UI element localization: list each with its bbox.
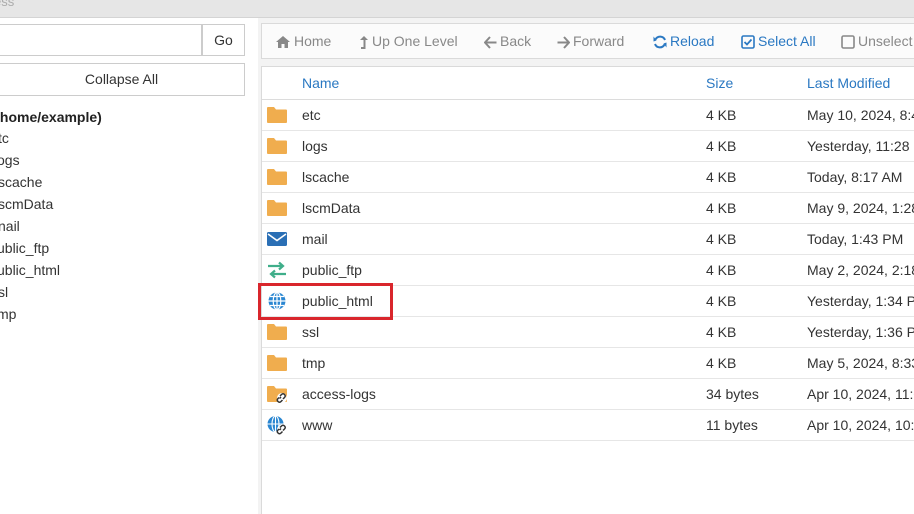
ftp-arrows-icon [266, 260, 288, 280]
left-panel: Go Collapse All /home/example) tc ogs sc… [0, 18, 258, 514]
file-size: 4 KB [706, 200, 737, 216]
file-last-modified: May 10, 2024, 8:4 [807, 107, 914, 123]
folder-icon [266, 136, 288, 156]
home-button[interactable]: Home [275, 24, 331, 58]
table-row[interactable]: access-logs 34 bytes Apr 10, 2024, 11:0 [262, 379, 914, 410]
up-one-level-label: Up One Level [372, 33, 458, 49]
file-name[interactable]: public_ftp [302, 255, 362, 285]
tree-item[interactable]: mp [0, 304, 16, 324]
table-row[interactable]: etc 4 KB May 10, 2024, 8:4 [262, 100, 914, 131]
table-row[interactable]: public_ftp 4 KB May 2, 2024, 2:18 [262, 255, 914, 286]
file-name[interactable]: mail [302, 224, 328, 254]
level-up-icon [360, 35, 368, 49]
reload-button[interactable]: Reload [653, 24, 714, 58]
file-last-modified: May 2, 2024, 2:18 [807, 262, 914, 278]
folder-link-icon [266, 384, 288, 404]
up-one-level-button[interactable]: Up One Level [359, 24, 458, 58]
table-row[interactable]: tmp 4 KB May 5, 2024, 8:33 [262, 348, 914, 379]
top-strip-text: ess [0, 0, 15, 9]
tree-item[interactable]: sl [0, 282, 8, 302]
back-button[interactable]: Back [484, 24, 531, 58]
unselect-label: Unselect [858, 33, 913, 49]
file-size: 4 KB [706, 262, 737, 278]
unselect-button[interactable]: Unselect [841, 24, 912, 58]
collapse-all-button[interactable]: Collapse All [0, 63, 245, 96]
file-last-modified: Apr 10, 2024, 11:0 [807, 386, 914, 402]
file-name[interactable]: access-logs [302, 379, 376, 409]
home-label: Home [294, 33, 332, 49]
table-row[interactable]: www 11 bytes Apr 10, 2024, 10: [262, 410, 914, 441]
tree-root[interactable]: /home/example) [0, 107, 102, 127]
forward-label: Forward [573, 33, 625, 49]
file-size: 4 KB [706, 169, 737, 185]
home-icon [276, 36, 290, 49]
select-all-label: Select All [758, 33, 816, 49]
reload-icon [653, 35, 667, 49]
folder-icon [266, 105, 288, 125]
file-last-modified: Yesterday, 1:34 P [807, 293, 914, 309]
arrow-left-icon [484, 36, 497, 49]
file-name[interactable]: tmp [302, 348, 325, 378]
file-name[interactable]: etc [302, 100, 321, 130]
file-last-modified: Apr 10, 2024, 10: [807, 417, 914, 433]
tree-item[interactable]: scmData [0, 194, 53, 214]
select-all-button[interactable]: Select All [741, 24, 816, 58]
file-name[interactable]: lscache [302, 162, 349, 192]
last-modified-column-header[interactable]: Last Modified [807, 67, 890, 99]
reload-label: Reload [670, 33, 715, 49]
folder-icon [266, 167, 288, 187]
tree-item[interactable]: ublic_html [0, 260, 60, 280]
file-size: 4 KB [706, 293, 737, 309]
table-row[interactable]: ssl 4 KB Yesterday, 1:36 P [262, 317, 914, 348]
file-size: 4 KB [706, 231, 737, 247]
tree-item[interactable]: ogs [0, 150, 20, 170]
table-row[interactable]: lscmData 4 KB May 9, 2024, 1:28 [262, 193, 914, 224]
file-name[interactable]: lscmData [302, 193, 360, 223]
mail-icon [266, 229, 288, 249]
folder-icon [266, 353, 288, 373]
top-strip: ess [0, 0, 914, 18]
file-last-modified: Yesterday, 1:36 P [807, 324, 914, 340]
file-size: 11 bytes [706, 417, 758, 433]
arrow-right-icon [557, 36, 570, 49]
path-input[interactable] [0, 24, 202, 56]
file-last-modified: Today, 8:17 AM [807, 169, 903, 185]
go-button[interactable]: Go [202, 24, 245, 56]
file-name[interactable]: ssl [302, 317, 319, 347]
checkbox-empty-icon [841, 35, 855, 50]
tree-item[interactable]: tc [0, 128, 9, 148]
table-row[interactable]: mail 4 KB Today, 1:43 PM [262, 224, 914, 255]
folder-icon [266, 322, 288, 342]
file-size: 4 KB [706, 355, 737, 371]
tree-item[interactable]: scache [0, 172, 42, 192]
forward-button[interactable]: Forward [557, 24, 624, 58]
folder-icon [266, 198, 288, 218]
file-size: 4 KB [706, 324, 737, 340]
table-header: Name Size Last Modified [262, 67, 914, 100]
file-last-modified: May 5, 2024, 8:33 [807, 355, 914, 371]
highlight-box [258, 283, 393, 320]
file-name[interactable]: logs [302, 131, 328, 161]
file-last-modified: Today, 1:43 PM [807, 231, 904, 247]
name-column-header[interactable]: Name [302, 67, 339, 99]
back-label: Back [500, 33, 532, 49]
file-size: 4 KB [706, 107, 737, 123]
tree-item[interactable]: ublic_ftp [0, 238, 49, 258]
size-column-header[interactable]: Size [706, 67, 733, 99]
tree-item[interactable]: nail [0, 216, 20, 236]
file-size: 34 bytes [706, 386, 759, 402]
file-name[interactable]: www [302, 410, 332, 440]
toolbar: Home Up One Level Back Forward Reload Se… [261, 23, 914, 59]
file-last-modified: May 9, 2024, 1:28 [807, 200, 914, 216]
globe-link-icon [266, 415, 288, 435]
table-row[interactable]: lscache 4 KB Today, 8:17 AM [262, 162, 914, 193]
file-size: 4 KB [706, 138, 737, 154]
table-row[interactable]: logs 4 KB Yesterday, 11:28 I [262, 131, 914, 162]
checkbox-checked-icon [741, 35, 755, 50]
file-last-modified: Yesterday, 11:28 I [807, 138, 914, 154]
